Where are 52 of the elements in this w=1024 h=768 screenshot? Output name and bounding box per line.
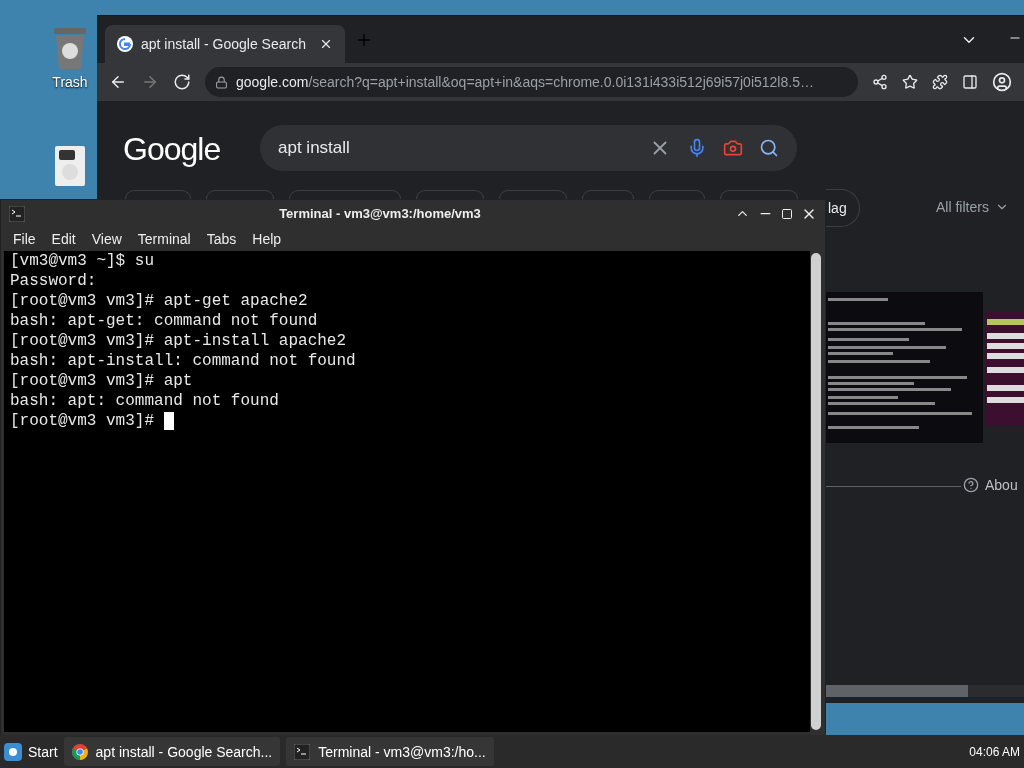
menu-item[interactable]: File [5,230,44,247]
trash-icon[interactable] [52,26,88,70]
text-cursor [163,412,174,430]
menu-item[interactable]: Tabs [198,230,245,247]
side-panel-icon[interactable] [962,74,978,90]
terminal-line: Password: [10,271,97,291]
media-player-icon[interactable] [55,146,85,186]
google-icon [117,36,133,52]
star-icon[interactable] [902,74,918,90]
menu-item[interactable]: Help [244,230,290,247]
reload-icon[interactable] [173,73,191,91]
vertical-scrollbar[interactable] [810,251,822,732]
all-filters-button[interactable]: All filters [936,199,1009,215]
lock-icon [215,75,228,89]
window-title: Terminal - vm3@vm3:/home/vm3 [278,206,482,221]
terminal-line: [root@vm3 vm3]# apt [10,371,193,391]
share-icon[interactable] [872,74,888,90]
close-icon[interactable] [319,37,333,51]
icon-label: Trash [52,74,88,90]
terminal-line: [vm3@vm3 ~]$ su [10,251,155,271]
taskbar-item[interactable]: apt install - Google Search... [63,737,281,766]
menu-item[interactable]: Edit [43,230,84,247]
search-icon[interactable] [759,138,779,158]
address-bar[interactable]: google.com/search?q=apt+install&oq=apt+in&aqs=chrome.0.0i131i433i512j69i57j0i512l8.5… [205,67,858,97]
microphone-icon[interactable] [687,138,707,158]
terminal-line: [root@vm3 vm3]# apt-get apache2 [10,291,308,311]
start-button[interactable]: Start [4,742,58,761]
terminal-line: bash: apt-install: command not found [10,351,356,371]
google-logo[interactable]: Google [123,131,221,168]
search-field[interactable]: apt install [260,125,797,171]
terminal-line: [root@vm3 vm3]# apt-install apache2 [10,331,347,351]
puzzle-icon[interactable] [932,74,948,90]
maximize-icon[interactable] [781,207,793,220]
forward-icon[interactable] [141,73,159,91]
clock: 04:06 AM [969,744,1020,759]
taskbar-item[interactable]: Terminal - vm3@vm3:/ho... [286,737,494,766]
back-icon[interactable] [109,73,127,91]
help-icon[interactable] [963,477,979,493]
terminal-line: [root@vm3 vm3]# [10,411,156,431]
profile-icon[interactable] [992,72,1012,92]
terminal-line: bash: apt: command not found [10,391,279,411]
browser-tab[interactable]: apt install - Google Search [105,25,345,63]
start-icon [4,742,22,761]
horizontal-scrollbar[interactable] [826,685,1024,697]
terminal-icon [294,743,311,760]
terminal-icon [9,205,25,222]
about-link[interactable]: Abou [985,477,1018,493]
terminal-line: bash: apt-get: command not found [10,311,318,331]
menu-item[interactable]: View [83,230,130,247]
chrome-icon [71,743,88,760]
camera-icon[interactable] [723,138,743,158]
menu-item[interactable]: Terminal [129,230,199,247]
